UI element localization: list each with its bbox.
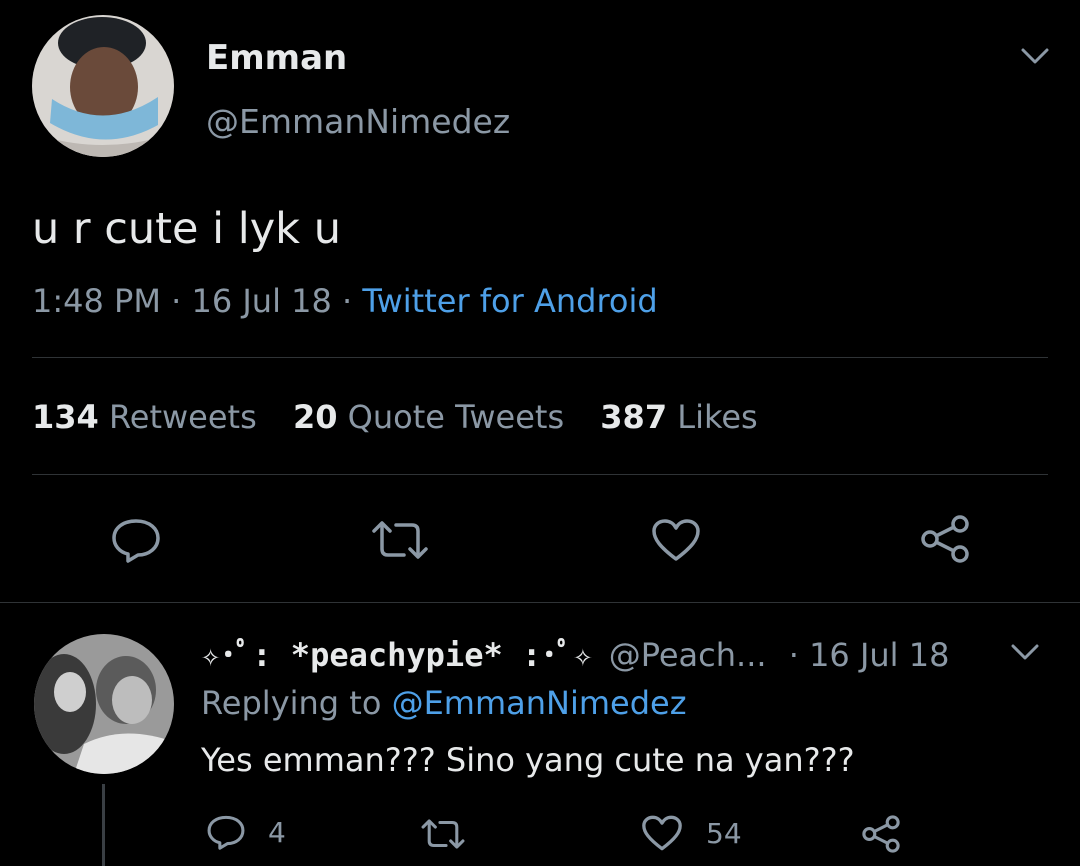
share-button[interactable] [918, 514, 972, 564]
likes-label: Likes [677, 398, 758, 436]
thread-line [102, 784, 105, 866]
reply-icon [112, 519, 160, 563]
reply-count: 4 [268, 815, 286, 849]
reply-reply-button[interactable]: 4 [206, 814, 286, 850]
separator: · [171, 282, 182, 320]
heart-icon [652, 519, 700, 561]
retweet-icon [421, 819, 465, 849]
retweets-label: Retweets [108, 398, 257, 436]
tweet-date[interactable]: 16 Jul 18 [191, 282, 331, 320]
tweet-stats: 134 Retweets 20 Quote Tweets 387 Likes [32, 398, 758, 436]
quotes-label: Quote Tweets [347, 398, 565, 436]
share-icon [862, 815, 900, 853]
reply-author-name[interactable]: ✧･ﾟ: *peachypie* :･ﾟ✧ [201, 636, 593, 674]
like-count: 54 [706, 816, 742, 850]
replying-prefix: Replying to [201, 684, 382, 722]
divider [0, 602, 1080, 603]
replying-to: Replying to @EmmanNimedez [201, 684, 687, 722]
retweets-count: 134 [32, 398, 99, 436]
author-handle[interactable]: @EmmanNimedez [206, 102, 510, 141]
reply-date[interactable]: · 16 Jul 18 [789, 636, 950, 674]
tweet-meta: 1:48 PM · 16 Jul 18 · Twitter for Androi… [32, 282, 658, 320]
share-icon [921, 515, 969, 563]
chevron-down-icon[interactable] [1018, 44, 1052, 68]
retweet-button[interactable] [370, 517, 430, 563]
retweet-icon [372, 521, 428, 559]
heart-icon [642, 815, 682, 851]
quotes-count: 20 [292, 398, 338, 436]
reply-share-button[interactable] [860, 814, 902, 854]
divider [32, 357, 1048, 358]
tweet-source[interactable]: Twitter for Android [362, 282, 657, 320]
author-name[interactable]: Emman [206, 38, 347, 78]
reply-retweet-button[interactable] [420, 816, 466, 852]
tweet-time: 1:48 PM [32, 282, 161, 320]
divider [32, 474, 1048, 475]
reply-button[interactable] [110, 517, 162, 563]
likes-count: 387 [600, 398, 668, 436]
separator: · [342, 282, 353, 320]
reply-author-avatar[interactable] [34, 634, 174, 774]
reply-text: Yes emman??? Sino yang cute na yan??? [201, 741, 855, 779]
reply-like-button[interactable]: 54 [640, 814, 742, 852]
quotes-stat[interactable]: 20 Quote Tweets [293, 398, 574, 436]
replying-handle[interactable]: @EmmanNimedez [392, 684, 687, 722]
likes-stat[interactable]: 387 Likes [600, 398, 757, 436]
author-avatar[interactable] [32, 15, 174, 157]
reply-header: ✧･ﾟ: *peachypie* :･ﾟ✧ @Peach... · 16 Jul… [201, 630, 949, 676]
retweets-stat[interactable]: 134 Retweets [32, 398, 267, 436]
reply-author-handle[interactable]: @Peach... [609, 636, 767, 674]
tweet-text: u r cute i lyk u [32, 204, 341, 254]
like-button[interactable] [650, 517, 702, 563]
reply-chevron-down-icon[interactable] [1008, 640, 1042, 664]
reply-icon [207, 815, 245, 850]
